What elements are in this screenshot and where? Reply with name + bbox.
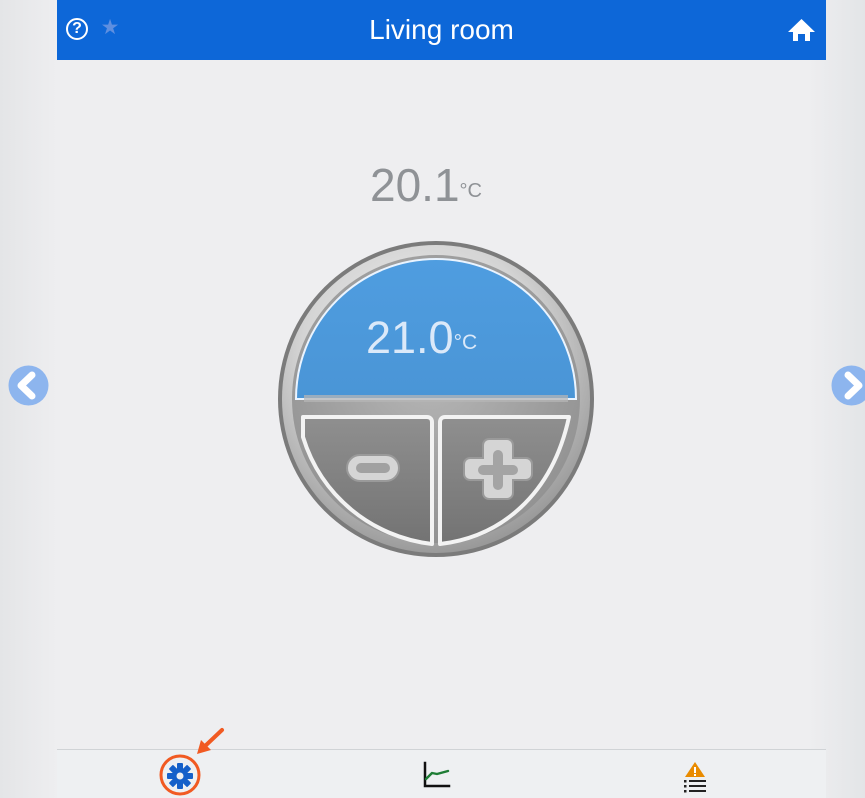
current-temperature-unit: °C [459, 180, 482, 202]
warning-list-icon [684, 762, 706, 793]
page-title: Living room [369, 14, 514, 45]
arrow-pointer-icon [197, 728, 224, 754]
thermostat-dial [278, 241, 594, 557]
chevron-left-icon [8, 365, 49, 406]
current-temperature: 20.1°C [370, 159, 515, 211]
minus-icon [346, 454, 400, 482]
chart-button[interactable] [421, 760, 451, 790]
alerts-button[interactable] [680, 759, 710, 793]
thermostat-room-screen: ? ★ Living room 20.1°C 21.0°C [0, 0, 865, 798]
home-icon [788, 19, 815, 41]
chevron-right-icon [831, 365, 865, 406]
top-header: ? ★ Living room [57, 0, 826, 60]
target-temperature-value: 21.0 [366, 312, 454, 363]
target-temperature-unit: °C [453, 331, 478, 354]
line-chart-icon [423, 761, 451, 788]
next-room-button[interactable] [830, 364, 865, 407]
current-temperature-value: 20.1 [370, 159, 460, 211]
previous-room-button[interactable] [7, 364, 50, 407]
target-temperature: 21.0°C [366, 313, 526, 363]
home-button[interactable] [786, 17, 817, 42]
